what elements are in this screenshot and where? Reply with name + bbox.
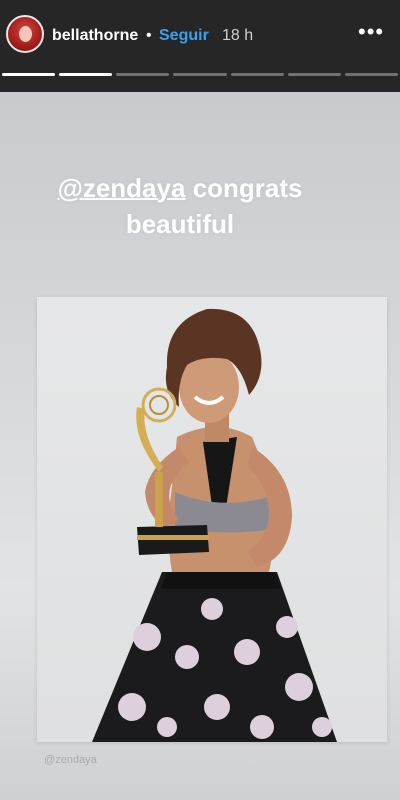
progress-segment — [230, 73, 284, 76]
caption-text: congrats — [192, 173, 303, 203]
photo-watermark: @zendaya — [44, 754, 97, 766]
progress-segment — [287, 73, 341, 76]
progress-segment — [116, 73, 170, 76]
caption-mention[interactable]: @zendaya — [57, 173, 185, 203]
waistband-shape — [161, 572, 281, 589]
follow-button[interactable]: Seguir — [159, 26, 209, 46]
caption-line-1: @zendaya congrats — [0, 170, 360, 206]
progress-segment — [59, 73, 113, 76]
post-time: 18 h — [222, 27, 254, 44]
story-content[interactable]: @zendaya congrats beautiful @zendaya — [0, 92, 400, 800]
shared-photo — [37, 297, 387, 742]
caption-line-2: beautiful — [125, 209, 235, 239]
progress-segment — [173, 73, 227, 76]
progress-segment — [344, 73, 398, 76]
more-options-icon[interactable]: ••• — [358, 21, 390, 45]
progress-segment — [2, 73, 56, 76]
story-caption: @zendaya congrats beautiful — [0, 170, 360, 242]
photo-illustration — [92, 308, 337, 742]
story-progress-bar — [2, 73, 398, 76]
username[interactable]: bellathorne — [52, 26, 138, 46]
story-header: bellathorne • Seguir 18 h ••• — [0, 0, 400, 92]
avatar-face — [19, 26, 32, 42]
avatar[interactable] — [6, 15, 44, 53]
separator-dot: • — [146, 27, 152, 44]
